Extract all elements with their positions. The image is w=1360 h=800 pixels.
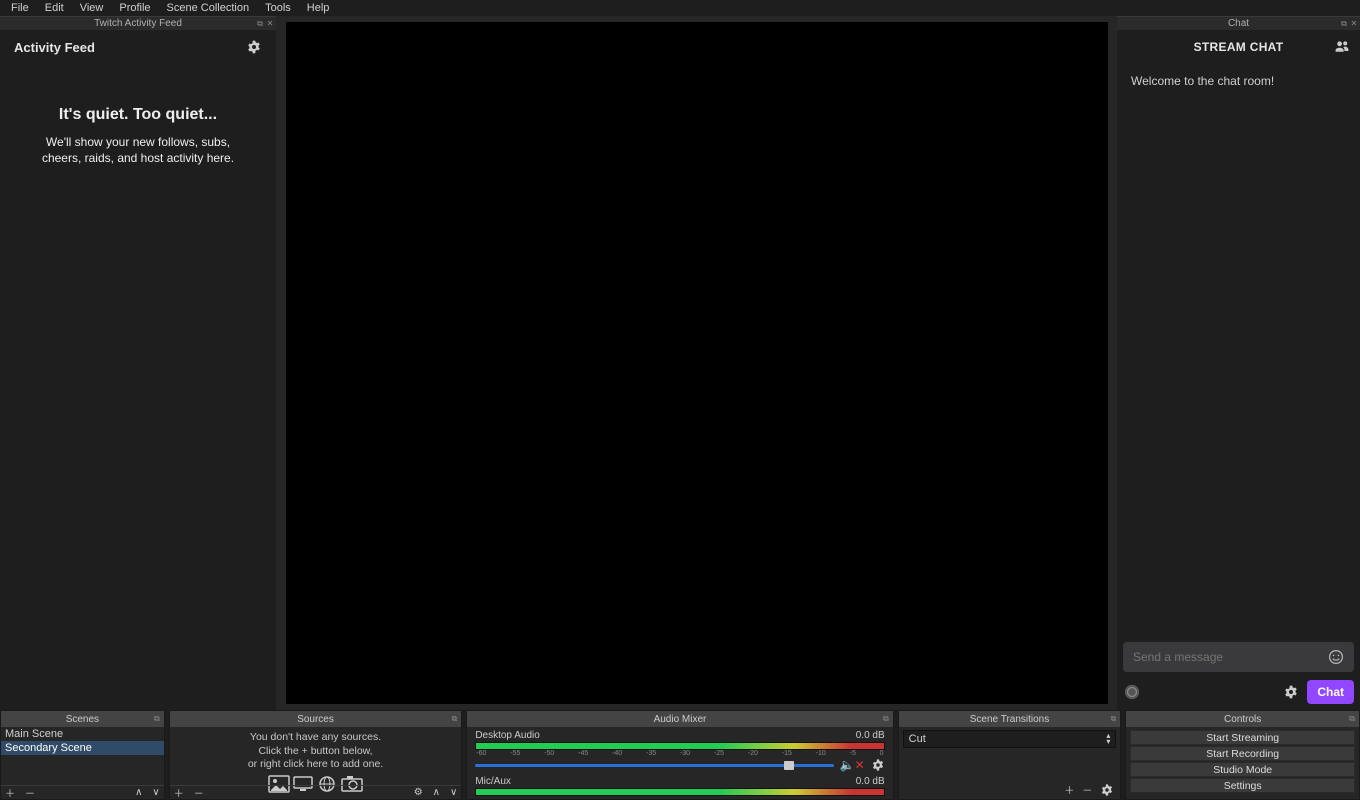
sources-dock: Sources ⧉ You don't have any sources. Cl… [169, 710, 463, 800]
mute-icon[interactable]: 🔈✕ [840, 758, 865, 772]
move-down-icon[interactable]: ∨ [450, 787, 457, 798]
transitions-dock-title[interactable]: Scene Transitions ⧉ [899, 711, 1121, 727]
menu-help[interactable]: Help [299, 1, 338, 15]
scenes-dock-title[interactable]: Scenes ⧉ [1, 711, 164, 727]
add-scene-button[interactable]: ＋ [5, 785, 15, 799]
chat-dock-title[interactable]: Chat ⧉ ✕ [1117, 16, 1360, 30]
scene-transitions-dock: Scene Transitions ⧉ Cut ▴▾ ＋ － [898, 710, 1122, 800]
settings-button[interactable]: Settings [1130, 778, 1355, 793]
preview-panel [276, 16, 1117, 710]
move-up-icon[interactable]: ∧ [433, 787, 440, 798]
close-icon[interactable]: ✕ [266, 20, 274, 28]
menu-profile[interactable]: Profile [111, 1, 158, 15]
mixer-dock-title[interactable]: Audio Mixer ⧉ [467, 711, 892, 727]
menu-view[interactable]: View [72, 1, 112, 15]
dropdown-spinner-icon[interactable]: ▴▾ [1106, 733, 1110, 744]
channel-name: Mic/Aux [475, 776, 511, 787]
start-streaming-button[interactable]: Start Streaming [1130, 730, 1355, 745]
move-down-icon[interactable]: ∨ [152, 787, 159, 798]
mixer-channel: Mic/Aux 0.0 dB [475, 776, 884, 796]
popout-icon[interactable]: ⧉ [1340, 20, 1348, 28]
audio-meter [475, 788, 884, 796]
activity-feed-subtext: We'll show your new follows, subs, cheer… [20, 134, 256, 166]
chat-input[interactable] [1133, 650, 1328, 664]
chat-settings-icon[interactable] [1283, 684, 1299, 700]
popout-icon[interactable]: ⧉ [1349, 714, 1355, 724]
popout-icon[interactable]: ⧉ [883, 714, 889, 724]
transition-select[interactable]: Cut ▴▾ [903, 730, 1117, 748]
move-up-icon[interactable]: ∧ [135, 787, 142, 798]
popout-icon[interactable]: ⧉ [256, 20, 264, 28]
channel-points-icon[interactable] [1123, 683, 1141, 701]
scene-item[interactable]: Main Scene [1, 727, 164, 741]
preview-canvas[interactable] [286, 22, 1108, 704]
start-recording-button[interactable]: Start Recording [1130, 746, 1355, 761]
chat-dock-label: Chat [1228, 18, 1249, 29]
remove-transition-button[interactable]: － [1082, 782, 1092, 797]
controls-dock: Controls ⧉ Start Streaming Start Recordi… [1125, 710, 1360, 800]
remove-scene-button[interactable]: － [25, 785, 35, 799]
add-transition-button[interactable]: ＋ [1064, 782, 1074, 797]
menu-bar: File Edit View Profile Scene Collection … [0, 0, 1360, 16]
chat-send-button[interactable]: Chat [1307, 680, 1354, 704]
source-properties-icon[interactable]: ⚙ [414, 787, 423, 798]
sources-empty-message: You don't have any sources. Click the + … [170, 727, 462, 772]
users-icon[interactable] [1334, 39, 1350, 55]
scenes-list: Main Scene Secondary Scene [1, 727, 164, 755]
activity-feed-panel: Twitch Activity Feed ⧉ ✕ Activity Feed I… [0, 16, 276, 710]
chat-welcome-message: Welcome to the chat room! [1131, 74, 1274, 88]
menu-file[interactable]: File [3, 1, 37, 15]
menu-scene-collection[interactable]: Scene Collection [159, 1, 258, 15]
gear-icon[interactable] [246, 39, 262, 55]
controls-dock-title[interactable]: Controls ⧉ [1126, 711, 1359, 727]
chat-input-box [1123, 642, 1354, 672]
channel-name: Desktop Audio [475, 730, 540, 741]
channel-db: 0.0 dB [856, 730, 885, 741]
stream-chat-title: STREAM CHAT [1194, 40, 1284, 54]
popout-icon[interactable]: ⧉ [154, 714, 160, 724]
emote-picker-icon[interactable] [1328, 649, 1344, 665]
menu-edit[interactable]: Edit [37, 1, 72, 15]
sources-dock-title[interactable]: Sources ⧉ [170, 711, 462, 727]
chat-messages: Welcome to the chat room! [1117, 64, 1360, 638]
scenes-dock: Scenes ⧉ Main Scene Secondary Scene ＋ － … [0, 710, 165, 800]
audio-mixer-dock: Audio Mixer ⧉ Desktop Audio 0.0 dB -60-5… [466, 710, 893, 800]
chat-panel: Chat ⧉ ✕ STREAM CHAT Welcome to the chat… [1117, 16, 1360, 710]
transition-selected-label: Cut [909, 733, 926, 745]
scene-item[interactable]: Secondary Scene [1, 741, 164, 755]
activity-feed-dock-label: Twitch Activity Feed [94, 18, 182, 29]
mixer-channel: Desktop Audio 0.0 dB -60-55-50-45-40-35-… [475, 730, 884, 772]
popout-icon[interactable]: ⧉ [452, 714, 458, 724]
activity-feed-title: Activity Feed [14, 40, 95, 55]
popout-icon[interactable]: ⧉ [1111, 714, 1117, 724]
activity-feed-headline: It's quiet. Too quiet... [20, 106, 256, 124]
remove-source-button[interactable]: － [194, 785, 204, 799]
studio-mode-button[interactable]: Studio Mode [1130, 762, 1355, 777]
channel-db: 0.0 dB [856, 776, 885, 787]
menu-tools[interactable]: Tools [257, 1, 299, 15]
add-source-button[interactable]: ＋ [174, 785, 184, 799]
channel-settings-icon[interactable] [871, 758, 885, 772]
transition-settings-icon[interactable] [1100, 783, 1114, 797]
close-icon[interactable]: ✕ [1350, 20, 1358, 28]
activity-feed-dock-title[interactable]: Twitch Activity Feed ⧉ ✕ [0, 16, 276, 30]
volume-slider[interactable] [475, 764, 833, 767]
audio-meter: -60-55-50-45-40-35-30-25-20-15-10-50 [475, 742, 884, 750]
